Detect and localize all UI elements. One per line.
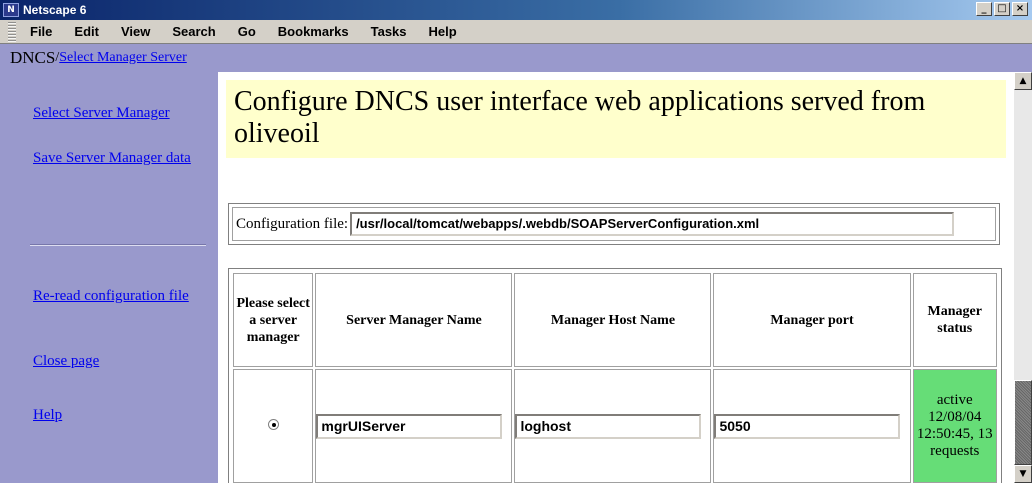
close-button[interactable]: × xyxy=(1012,2,1028,16)
main-content: Configure DNCS user interface web applic… xyxy=(218,72,1014,483)
config-file-input[interactable]: /usr/local/tomcat/webapps/.webdb/SOAPSer… xyxy=(350,212,955,236)
scroll-down-icon[interactable]: ▼ xyxy=(1014,465,1032,483)
host-cell: loghost xyxy=(514,369,712,483)
scroll-up-icon[interactable]: ▲ xyxy=(1014,72,1032,90)
config-file-label: Configuration file: xyxy=(236,215,349,232)
menu-go[interactable]: Go xyxy=(238,24,256,39)
netscape-icon: N xyxy=(3,3,19,17)
header-port: Manager port xyxy=(713,273,911,367)
header-manager-name: Server Manager Name xyxy=(315,273,513,367)
sidebar-link-help[interactable]: Help xyxy=(33,407,62,424)
minimize-button[interactable]: _ xyxy=(976,2,992,16)
sidebar-link-select-server-manager[interactable]: Select Server Manager xyxy=(33,105,203,122)
breadcrumb-root: DNCS xyxy=(10,48,56,67)
sidebar-divider xyxy=(30,244,206,246)
menu-file[interactable]: File xyxy=(30,24,52,39)
window-titlebar: N Netscape 6 _ □ × xyxy=(0,0,1032,20)
server-manager-table: Please select a server manager Server Ma… xyxy=(228,268,1002,483)
config-file-row: Configuration file: /usr/local/tomcat/we… xyxy=(228,203,1000,245)
port-cell: 5050 xyxy=(713,369,911,483)
server-select-radio[interactable] xyxy=(267,419,279,430)
table-header-row: Please select a server manager Server Ma… xyxy=(233,273,997,367)
maximize-button[interactable]: □ xyxy=(994,2,1010,16)
manager-name-input[interactable]: mgrUIServer xyxy=(316,413,503,439)
breadcrumb-link-select-manager-server[interactable]: Select Manager Server xyxy=(59,50,187,66)
page-heading-box: Configure DNCS user interface web applic… xyxy=(226,80,1006,158)
header-host-name: Manager Host Name xyxy=(514,273,712,367)
menu-tasks[interactable]: Tasks xyxy=(371,24,407,39)
sidebar-link-save-server-manager-data[interactable]: Save Server Manager data xyxy=(33,150,203,167)
menu-bookmarks[interactable]: Bookmarks xyxy=(278,24,349,39)
vertical-scrollbar[interactable]: ▲ ▼ xyxy=(1014,72,1032,483)
sidebar-link-close-page[interactable]: Close page xyxy=(33,353,99,370)
sidebar: Select Server Manager Save Server Manage… xyxy=(0,72,218,483)
header-select: Please select a server manager xyxy=(233,273,314,367)
name-cell: mgrUIServer xyxy=(315,369,513,483)
menu-edit[interactable]: Edit xyxy=(74,24,99,39)
window-title: Netscape 6 xyxy=(23,3,87,17)
menu-view[interactable]: View xyxy=(121,24,150,39)
page-title: Configure DNCS user interface web applic… xyxy=(234,86,926,149)
select-cell xyxy=(233,369,314,483)
scroll-thumb[interactable] xyxy=(1014,380,1032,465)
port-input[interactable]: 5050 xyxy=(714,413,901,439)
host-name-input[interactable]: loghost xyxy=(515,413,702,439)
menu-help[interactable]: Help xyxy=(429,24,457,39)
status-badge: active 12/08/04 12:50:45, 13 requests xyxy=(912,369,997,483)
breadcrumb: DNCS / Select Manager Server xyxy=(0,44,1032,72)
sidebar-link-reread-configuration[interactable]: Re-read configuration file xyxy=(33,288,203,305)
menu-bar: File Edit View Search Go Bookmarks Tasks… xyxy=(0,20,1032,44)
menubar-grip-icon[interactable] xyxy=(8,21,16,42)
menu-search[interactable]: Search xyxy=(172,24,215,39)
header-status: Manager status xyxy=(912,273,997,367)
table-row: mgrUIServer loghost 5050 active 12/08/04… xyxy=(233,369,997,483)
window-controls: _ □ × xyxy=(976,2,1028,16)
